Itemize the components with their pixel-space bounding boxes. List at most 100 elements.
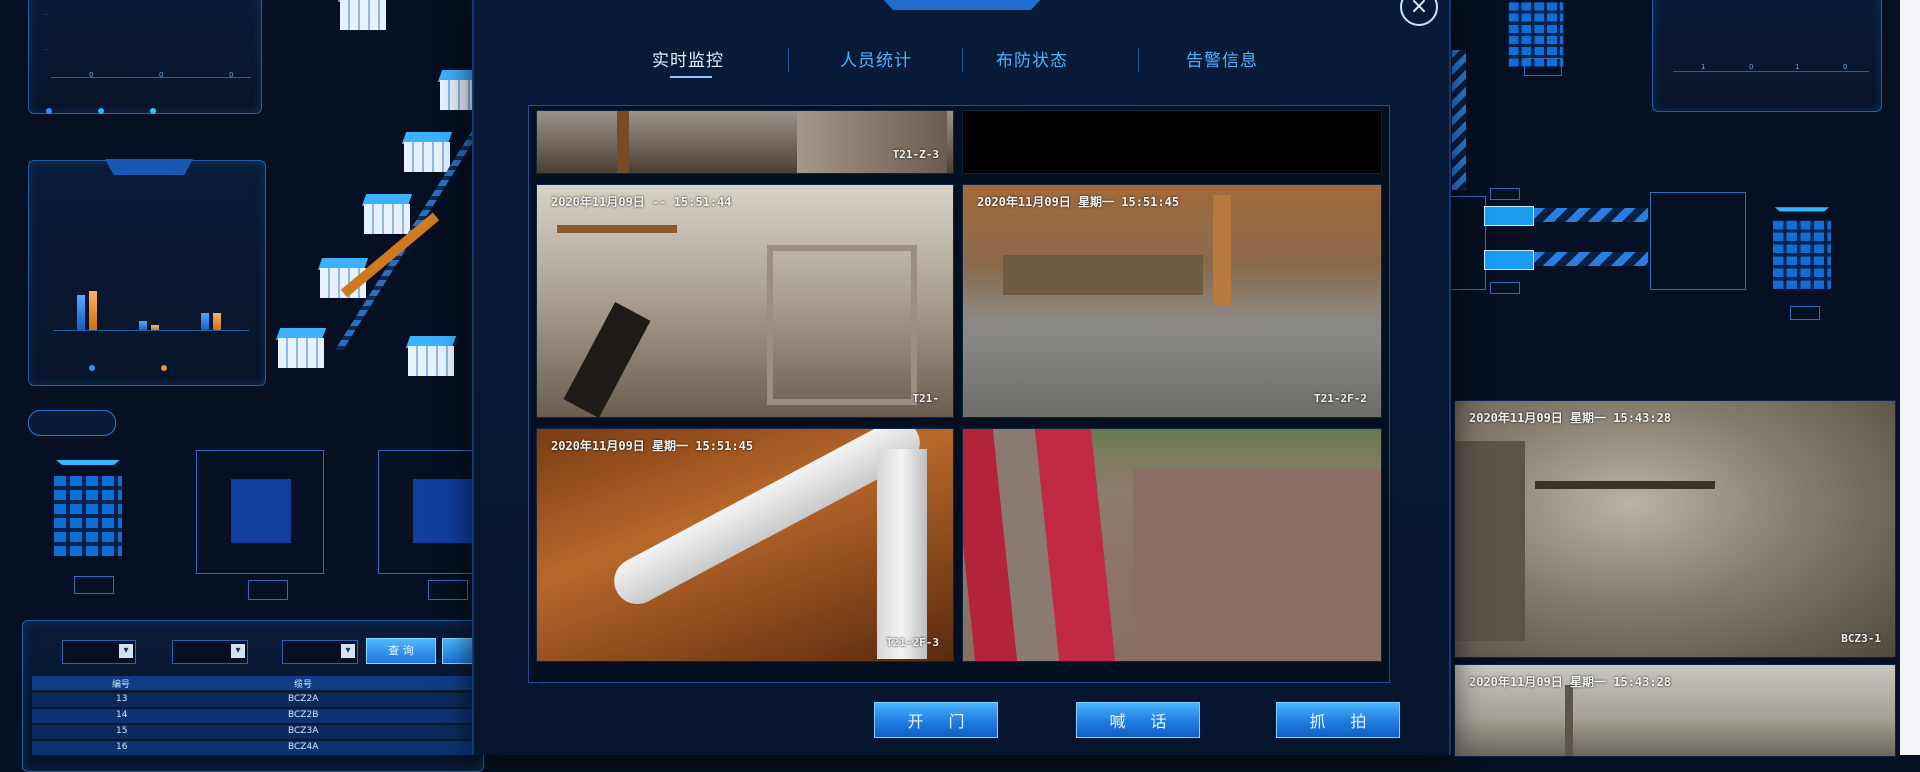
conveyor-belt xyxy=(1484,250,1534,270)
intercom-button[interactable]: 喊 话 xyxy=(1076,702,1200,738)
section-tab-button[interactable] xyxy=(28,410,116,436)
camera-id: BCZ3-1 xyxy=(1841,632,1881,645)
x-tick-label: 0 xyxy=(89,71,94,79)
camera-timestamp: 2020年11月09日 -- 15:51:44 xyxy=(551,195,732,209)
table-cell: BCZ2B xyxy=(288,710,319,720)
cam-rail xyxy=(963,429,1116,661)
camera-feed[interactable]: 2020年11月09日 星期一 15:51:45 T21-2F-2 xyxy=(962,184,1382,418)
bar xyxy=(77,295,85,331)
table-row[interactable]: 14 BCZ2B xyxy=(32,709,472,723)
table-header-cell: 编号 xyxy=(112,680,131,690)
cam-structure xyxy=(1565,685,1573,756)
table-cell: BCZ3A xyxy=(288,726,319,736)
tab-alarm-info[interactable]: 告警信息 xyxy=(1186,46,1258,71)
building-icon xyxy=(1502,0,1569,67)
cam-structure xyxy=(1213,195,1231,305)
camera-feed[interactable]: 2020年11月09日 -- 15:51:44 T21- xyxy=(536,184,954,418)
query-button[interactable]: 查 询 xyxy=(366,638,436,664)
camera-id: T21-Z-3 xyxy=(892,148,939,161)
cam-pipe xyxy=(877,449,927,659)
bar xyxy=(89,291,97,331)
bar xyxy=(213,313,221,331)
tab-divider xyxy=(1138,48,1139,72)
x-tick-label: 0 xyxy=(1843,63,1848,71)
device-block xyxy=(413,479,473,543)
table-header-cell: 缆号 xyxy=(294,680,313,690)
modal-tabs: 实时监控 人员统计 布防状态 告警信息 xyxy=(612,46,1332,82)
table-cell: BCZ4A xyxy=(288,742,319,752)
cam-structure xyxy=(557,225,677,233)
cam-structure xyxy=(563,302,651,417)
camera-timestamp: 2020年11月09日 星期一 15:43:28 xyxy=(1469,411,1672,425)
table-cell: 14 xyxy=(116,710,128,720)
table-cell: BCZ2A xyxy=(288,694,319,704)
x-tick-label: 0 xyxy=(1749,63,1754,71)
station-cube-icon xyxy=(361,194,413,234)
table-cell: 13 xyxy=(116,694,128,704)
tab-personnel-stats[interactable]: 人员统计 xyxy=(840,46,912,71)
cam-structure xyxy=(767,245,917,405)
cam-structure xyxy=(797,111,947,173)
camera-feed[interactable]: T21-Z-3 xyxy=(536,110,954,174)
camera-feed[interactable] xyxy=(962,428,1382,662)
conveyor-stripes xyxy=(1534,252,1648,266)
device-frame xyxy=(378,450,473,574)
capture-button[interactable]: 抓 拍 xyxy=(1276,702,1400,738)
cam-structure xyxy=(617,111,629,173)
filter-select-2[interactable] xyxy=(172,640,248,664)
camera-timestamp: 2020年11月09日 星期一 15:51:45 xyxy=(551,439,754,453)
left-mid-legend xyxy=(89,363,170,373)
table-row[interactable]: 13 BCZ2A xyxy=(32,693,472,707)
station-cube-icon xyxy=(401,132,453,172)
building-label-box xyxy=(74,576,114,594)
camera-id: T21-2F-2 xyxy=(1314,392,1367,405)
right-camera-feed[interactable]: 2020年11月09日 星期一 15:43:28 xyxy=(1454,664,1896,757)
y-axis-tick: · xyxy=(45,11,48,19)
building-label-box xyxy=(1790,306,1820,320)
cam-structure xyxy=(1535,481,1715,489)
device-label-box xyxy=(428,580,468,600)
table-cell: 16 xyxy=(116,742,128,752)
tab-defense-status[interactable]: 布防状态 xyxy=(996,46,1068,71)
chart-title-tab xyxy=(105,159,193,175)
camera-timestamp: 2020年11月09日 星期一 15:43:28 xyxy=(1469,675,1672,689)
x-axis-line xyxy=(1673,71,1869,72)
station-cube-icon xyxy=(275,328,327,368)
tab-divider xyxy=(788,48,789,72)
device-block xyxy=(231,479,291,543)
left-top-chart-panel: · · 0 0 0 xyxy=(28,0,262,114)
device-label-box xyxy=(248,580,288,600)
x-tick-label: 0 xyxy=(159,71,164,79)
filter-select-1[interactable] xyxy=(62,640,136,664)
secondary-button[interactable] xyxy=(442,638,474,664)
device-frame xyxy=(196,450,324,574)
filter-select-3[interactable] xyxy=(282,640,358,664)
table-row[interactable]: 16 BCZ4A xyxy=(32,741,472,755)
x-axis-line xyxy=(51,77,251,78)
left-top-legend xyxy=(46,106,159,116)
y-axis-tick: · xyxy=(45,46,48,54)
chart-area xyxy=(53,201,249,331)
building-icon xyxy=(46,460,130,556)
modal-header-tab xyxy=(880,0,1044,10)
right-top-chart-panel: 1 0 1 0 xyxy=(1652,0,1882,112)
active-tab-underline xyxy=(670,76,712,78)
x-tick-label: 1 xyxy=(1795,63,1800,71)
open-door-button[interactable]: 开 门 xyxy=(874,702,998,738)
x-tick-label: 1 xyxy=(1701,63,1706,71)
building-icon xyxy=(1766,207,1837,289)
bar xyxy=(201,313,209,331)
station-cube-icon xyxy=(337,0,389,30)
conveyor-stripes xyxy=(1534,208,1648,222)
left-mid-chart-panel xyxy=(28,159,266,386)
camera-feed[interactable]: 2020年11月09日 星期一 15:51:45 T21-2F-3 xyxy=(536,428,954,662)
camera-feed-empty[interactable] xyxy=(962,110,1382,174)
right-camera-feed[interactable]: 2020年11月09日 星期一 15:43:28 BCZ3-1 xyxy=(1454,400,1896,658)
cam-structure xyxy=(1455,441,1525,641)
tab-live-monitor[interactable]: 实时监控 xyxy=(652,46,724,71)
table-row[interactable]: 15 BCZ3A xyxy=(32,725,472,739)
scrollbar-track[interactable] xyxy=(1900,0,1920,755)
device-frame xyxy=(1448,196,1486,290)
camera-id: T21-2F-3 xyxy=(886,636,939,649)
table-header: 编号 缆号 xyxy=(32,676,472,690)
